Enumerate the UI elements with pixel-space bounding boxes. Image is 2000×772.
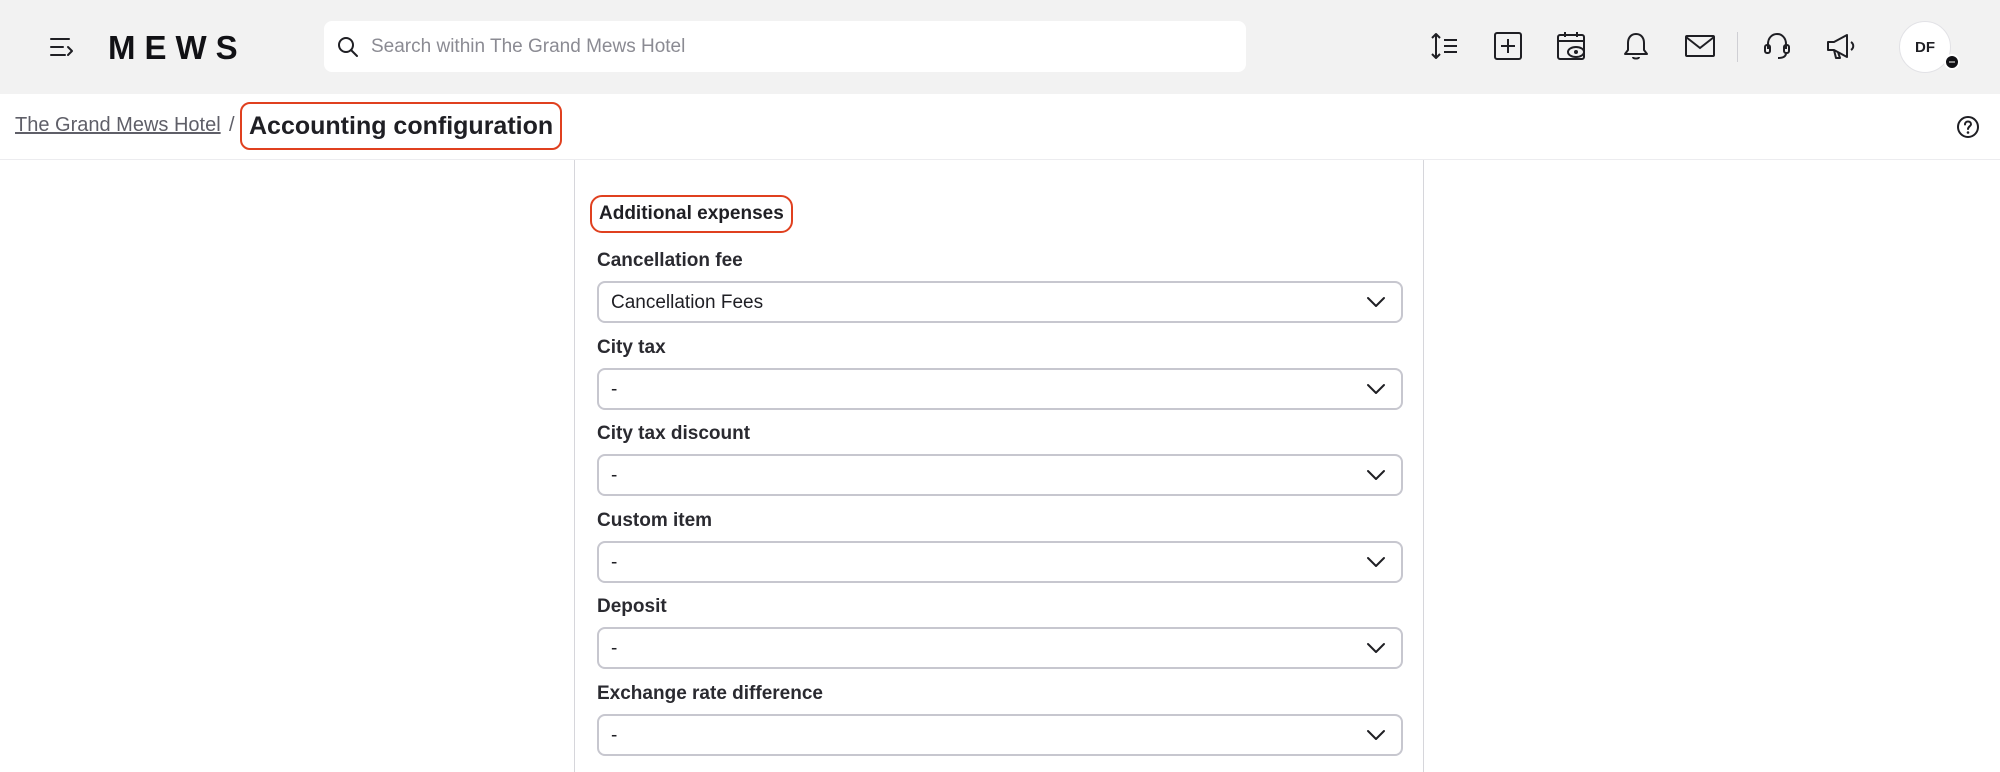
add-button[interactable] [1488,26,1528,66]
city-tax-discount-label: City tax discount [597,423,751,444]
help-icon [1957,116,1979,138]
chevron-down-icon [1365,291,1387,313]
chevron-down-icon [1365,551,1387,573]
deposit-select[interactable]: - [597,627,1403,669]
custom-item-label: Custom item [597,510,713,531]
exchange-rate-difference-label: Exchange rate difference [597,683,823,704]
sort-button[interactable] [1424,26,1464,66]
calendar-view-icon [1557,32,1585,60]
support-icon [1764,32,1790,59]
breadcrumb-parent-link[interactable]: The Grand Mews Hotel [15,114,221,137]
exchange-rate-difference-select[interactable]: - [597,714,1403,756]
chevron-down-icon [1365,378,1387,400]
select-value: - [611,379,618,400]
status-indicator [1944,54,1960,70]
configuration-panel: Additional expenses Cancellation fee Can… [574,160,1424,772]
deposit-label: Deposit [597,596,667,617]
chevron-down-icon [1365,724,1387,746]
svg-text:MEWS: MEWS [108,30,247,64]
breadcrumb-separator: / [229,114,235,136]
city-tax-discount-select[interactable]: - [597,454,1403,496]
menu-icon [50,38,73,56]
avatar-initials: DF [1915,38,1935,56]
cancellation-fee-label: Cancellation fee [597,250,743,271]
mail-icon [1685,35,1715,57]
notifications-button[interactable] [1616,26,1656,66]
top-bar: MEWS Search within The Grand Mews Hotel … [0,0,2000,94]
search-bar[interactable] [324,21,1246,72]
announcements-button[interactable] [1821,26,1861,66]
add-icon [1494,32,1522,60]
messages-button[interactable] [1680,26,1720,66]
select-value: Cancellation Fees [611,292,764,313]
breadcrumb: The Grand Mews Hotel / Accounting config… [0,94,2000,160]
search-icon [335,34,361,60]
menu-button[interactable] [48,33,76,61]
chevron-down-icon [1365,464,1387,486]
select-value: - [611,725,618,746]
select-value: - [611,465,618,486]
city-tax-select[interactable]: - [597,368,1403,410]
select-value: - [611,638,618,659]
help-button[interactable] [1955,114,1981,140]
custom-item-select[interactable]: - [597,541,1403,583]
city-tax-label: City tax [597,337,666,358]
calendar-view-button[interactable] [1552,26,1592,66]
chevron-down-icon [1365,637,1387,659]
support-button[interactable] [1757,26,1797,66]
toolbar-divider [1737,32,1738,62]
cancellation-fee-select[interactable]: Cancellation Fees [597,281,1403,323]
sort-icon [1431,33,1457,59]
mews-logo[interactable]: MEWS [108,29,280,66]
section-title-additional-expenses: Additional expenses [590,195,793,233]
select-value: - [611,552,618,573]
page-title: Accounting configuration [240,102,563,150]
bell-icon [1624,33,1648,60]
search-input[interactable] [369,34,1229,59]
user-avatar[interactable]: DF [1899,21,1951,73]
announcement-icon [1827,34,1855,59]
